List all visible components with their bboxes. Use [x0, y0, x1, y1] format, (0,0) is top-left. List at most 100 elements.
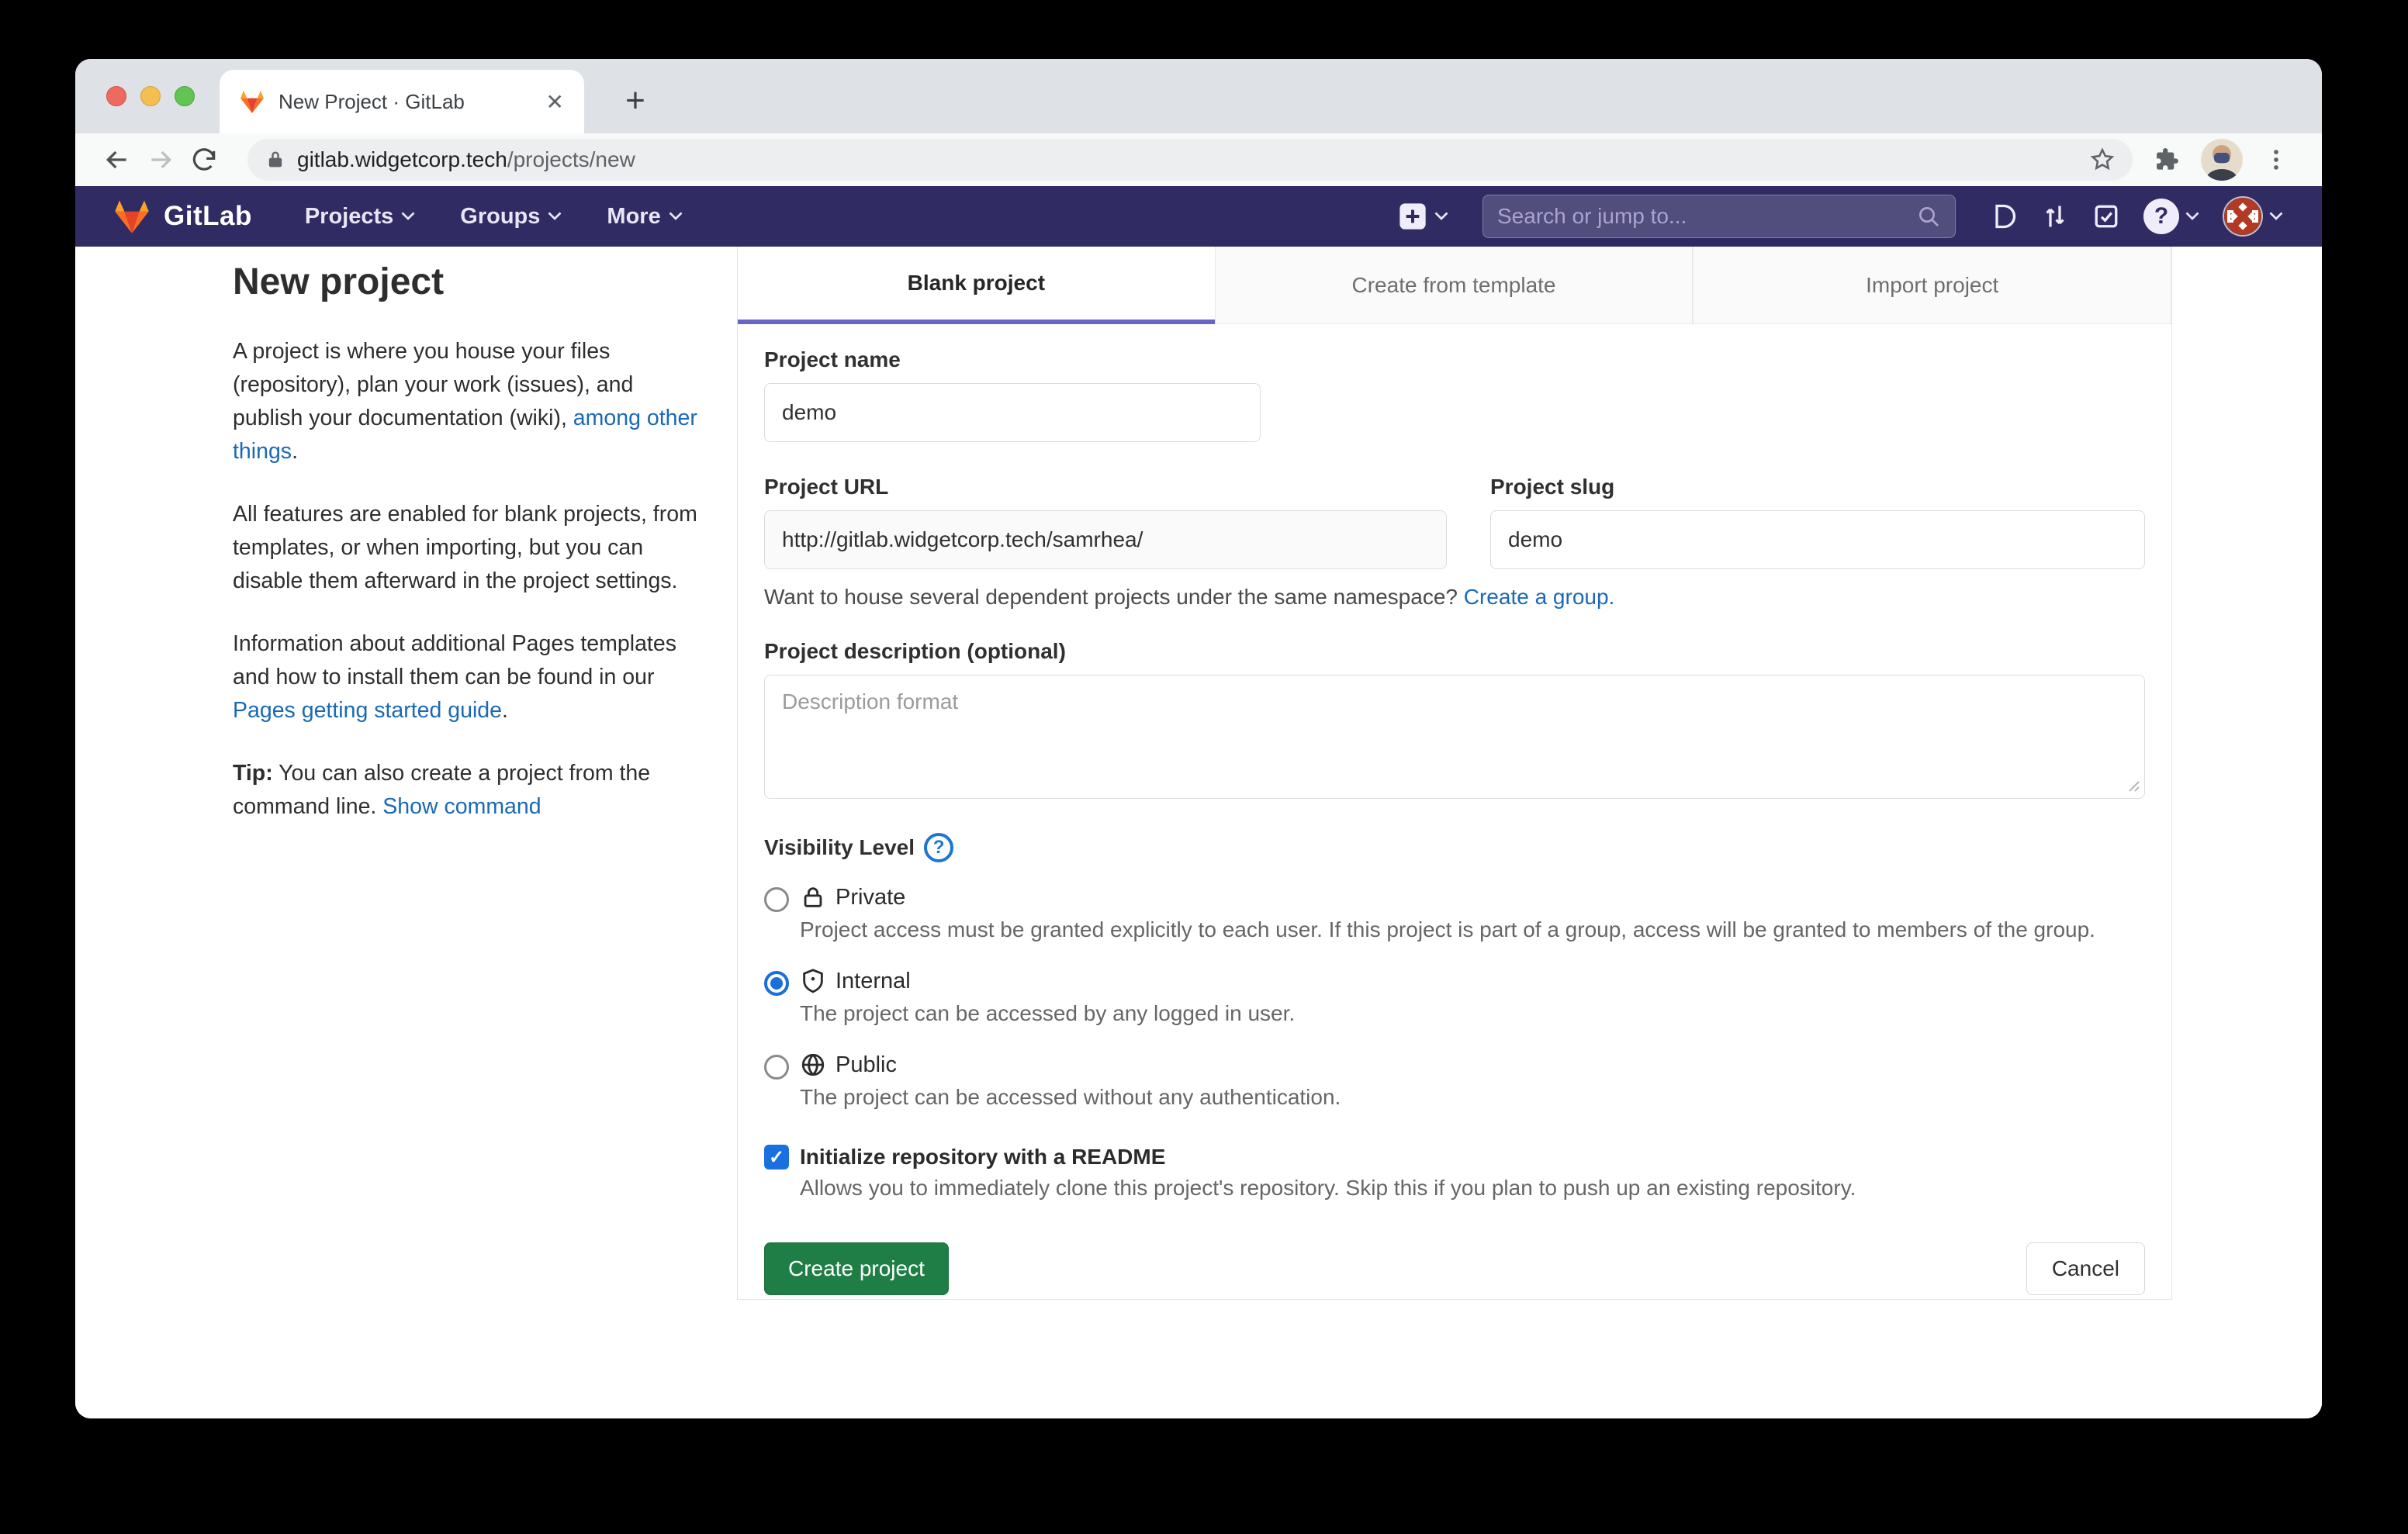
search-input[interactable]: [1497, 204, 1916, 229]
gitlab-navbar: GitLab Projects Groups More: [75, 186, 2322, 247]
browser-toolbar: gitlab.widgetcorp.tech/projects/new: [75, 133, 2322, 186]
toolbar-right: [2151, 139, 2289, 181]
public-title-row: Public: [800, 1052, 1341, 1078]
gitlab-navbar-right: ?: [1397, 195, 2283, 238]
new-tab-button[interactable]: +: [611, 76, 660, 126]
resize-grip-icon[interactable]: [2125, 777, 2140, 793]
visibility-option-internal: Internal The project can be accessed by …: [764, 968, 2145, 1030]
chevron-down-icon: [669, 212, 683, 221]
project-slug-label: Project slug: [1490, 475, 2145, 499]
gitlab-favicon-icon: [240, 90, 265, 113]
user-menu[interactable]: [2223, 196, 2283, 237]
plus-square-icon: [1397, 201, 1428, 232]
project-name-group: Project name: [764, 347, 1261, 442]
bookmark-star-icon[interactable]: [2089, 147, 2116, 173]
browser-window: New Project · GitLab ✕ + gitlab.widgetco…: [75, 59, 2322, 1418]
chevron-down-icon: [1434, 212, 1448, 221]
gitlab-tanuki-icon: [114, 199, 150, 233]
namespace-hint: Want to house several dependent projects…: [764, 585, 2145, 610]
address-bar[interactable]: gitlab.widgetcorp.tech/projects/new: [247, 139, 2133, 181]
close-window-button[interactable]: [106, 86, 126, 106]
pages-guide-link[interactable]: Pages getting started guide: [233, 698, 502, 723]
sidebar-tip: Tip: You can also create a project from …: [233, 757, 708, 824]
new-item-dropdown[interactable]: [1397, 201, 1448, 232]
chevron-down-icon: [401, 212, 415, 221]
internal-option-body: Internal The project can be accessed by …: [800, 968, 1295, 1030]
internal-option-label: Internal: [836, 969, 911, 994]
sidebar-paragraph-1: A project is where you house your files …: [233, 335, 708, 468]
blank-project-form: Project name Project URL Project slug Wa…: [738, 324, 2171, 1295]
cancel-button[interactable]: Cancel: [2026, 1242, 2145, 1295]
menu-projects-label: Projects: [305, 204, 393, 230]
shield-icon: [800, 968, 826, 994]
gitlab-main-menu: Projects Groups More: [305, 204, 683, 230]
chevron-down-icon: [548, 212, 562, 221]
lock-icon: [265, 149, 286, 171]
public-option-desc: The project can be accessed without any …: [800, 1081, 1341, 1114]
merge-requests-icon[interactable]: [2041, 202, 2069, 230]
url-host: gitlab.widgetcorp.tech: [297, 147, 507, 171]
back-icon[interactable]: [95, 138, 139, 181]
url-path: /projects/new: [507, 147, 635, 171]
visibility-help-icon[interactable]: ?: [924, 833, 953, 862]
readme-label: Initialize repository with a README: [800, 1145, 1165, 1170]
p3-text: Information about additional Pages templ…: [233, 631, 676, 689]
project-name-label: Project name: [764, 347, 1261, 372]
public-option-label: Public: [836, 1052, 897, 1078]
tab-blank-project[interactable]: Blank project: [738, 247, 1215, 324]
tab-import-project[interactable]: Import project: [1693, 247, 2171, 324]
private-radio[interactable]: [764, 887, 789, 912]
project-url-input[interactable]: [764, 510, 1447, 569]
lock-icon: [800, 884, 826, 910]
create-a-group-link[interactable]: Create a group.: [1464, 585, 1615, 609]
public-radio[interactable]: [764, 1055, 789, 1080]
private-option-body: Private Project access must be granted e…: [800, 884, 2095, 946]
todos-icon[interactable]: [2092, 202, 2120, 230]
browser-tab[interactable]: New Project · GitLab ✕: [220, 70, 584, 133]
help-menu[interactable]: ?: [2143, 199, 2199, 234]
menu-groups[interactable]: Groups: [460, 204, 562, 230]
internal-option-desc: The project can be accessed by any logge…: [800, 997, 1295, 1030]
globe-icon: [800, 1052, 826, 1078]
extensions-puzzle-icon[interactable]: [2151, 145, 2181, 174]
project-url-group: Project URL: [764, 475, 1447, 569]
url-slug-row: Project URL Project slug: [764, 475, 2145, 569]
zoom-window-button[interactable]: [175, 86, 195, 106]
private-option-desc: Project access must be granted explicitl…: [800, 914, 2095, 946]
help-icon: ?: [2143, 199, 2179, 234]
chevron-down-icon: [2269, 212, 2283, 221]
page-title: New project: [233, 259, 708, 306]
internal-radio[interactable]: [764, 971, 789, 996]
menu-projects[interactable]: Projects: [305, 204, 415, 230]
show-command-link[interactable]: Show command: [382, 794, 541, 819]
browser-menu-dots-icon[interactable]: [2263, 147, 2289, 173]
p1-period: .: [292, 439, 298, 464]
menu-more[interactable]: More: [607, 204, 682, 230]
internal-title-row: Internal: [800, 968, 1295, 994]
issues-icon[interactable]: [1990, 202, 2018, 230]
gitlab-logo[interactable]: GitLab: [114, 199, 252, 233]
global-search[interactable]: [1483, 195, 1956, 238]
namespace-hint-text: Want to house several dependent projects…: [764, 585, 1464, 609]
new-project-sidebar: New project A project is where you house…: [233, 259, 708, 824]
sidebar-paragraph-2: All features are enabled for blank proje…: [233, 498, 708, 598]
window-controls: [106, 86, 195, 106]
tab-create-from-template[interactable]: Create from template: [1215, 247, 1694, 324]
visibility-level-row: Visibility Level ?: [764, 833, 2145, 862]
menu-more-label: More: [607, 204, 660, 230]
project-name-input[interactable]: [764, 383, 1261, 442]
project-description-textarea[interactable]: [764, 675, 2145, 799]
project-slug-input[interactable]: [1490, 510, 2145, 569]
forward-icon[interactable]: [139, 138, 182, 181]
project-url-label: Project URL: [764, 475, 1447, 499]
minimize-window-button[interactable]: [140, 86, 161, 106]
readme-checkbox[interactable]: ✓: [764, 1145, 789, 1170]
project-description-label: Project description (optional): [764, 639, 2145, 664]
menu-groups-label: Groups: [460, 204, 540, 230]
reload-icon[interactable]: [182, 138, 226, 181]
browser-profile-avatar[interactable]: [2201, 139, 2243, 181]
tip-label: Tip:: [233, 761, 273, 786]
close-tab-icon[interactable]: ✕: [546, 89, 564, 115]
create-project-button[interactable]: Create project: [764, 1242, 949, 1295]
search-icon: [1916, 204, 1941, 229]
